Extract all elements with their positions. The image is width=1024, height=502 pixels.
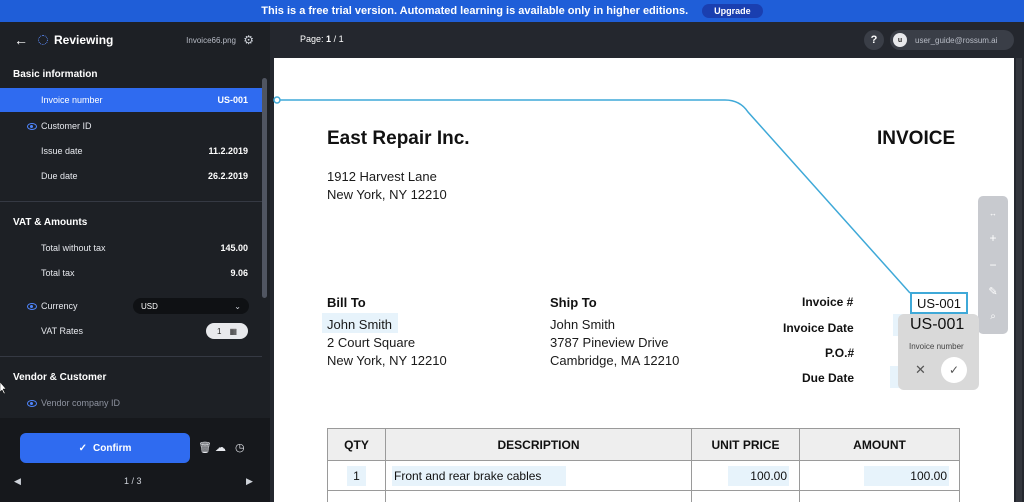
zoom-in-icon[interactable]: + [989, 231, 996, 245]
fit-width-icon[interactable]: ↔ [989, 209, 997, 218]
edit-icon[interactable]: ✎ [988, 285, 997, 298]
zoom-out-icon[interactable]: − [989, 258, 996, 272]
edit-popup-value[interactable]: US-001 [910, 316, 964, 334]
field-edit-popup: US-001 Invoice number ✕ ✓ [898, 314, 979, 390]
mouse-cursor-icon [0, 382, 6, 394]
close-icon[interactable]: ✕ [915, 362, 926, 378]
confirm-check-icon[interactable]: ✓ [941, 357, 967, 383]
edit-popup-label: Invoice number [909, 342, 964, 351]
connector-path [280, 99, 911, 294]
field-connector-line [273, 96, 911, 294]
zoom-tool-panel: ↔ + − ✎ ⌕ [978, 196, 1008, 334]
connector-anchor [273, 96, 281, 104]
search-list-icon[interactable]: ⌕ [990, 311, 996, 322]
